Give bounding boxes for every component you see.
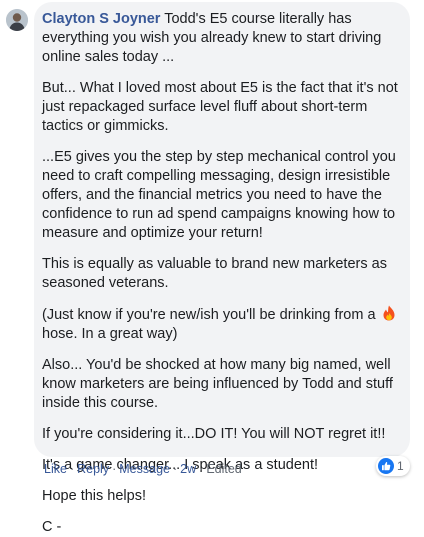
separator: · (172, 462, 178, 476)
comment-paragraph: This is equally as valuable to brand new… (42, 256, 387, 291)
avatar-photo-icon (6, 9, 28, 31)
author-name[interactable]: Clayton S Joyner (42, 11, 160, 27)
thumbs-up-icon (378, 458, 394, 474)
edited-label[interactable]: Edited (206, 462, 241, 476)
comment-paragraph: If you're considering it...DO IT! You wi… (42, 426, 386, 442)
like-link[interactable]: Like (44, 462, 67, 476)
message-link[interactable]: Message (119, 462, 170, 476)
avatar[interactable] (6, 9, 28, 31)
timestamp-link[interactable]: 2w (180, 462, 196, 476)
separator: · (112, 462, 117, 476)
comment-actions: Like · Reply · Message · 2w · Edited (44, 462, 242, 476)
comment-paragraph: But... What I loved most about E5 is the… (42, 80, 398, 134)
comment-paragraph: Also... You'd be shocked at how many big… (42, 357, 393, 411)
separator: · (199, 462, 204, 476)
comment-paragraph: Clayton S Joyner Todd's E5 course litera… (42, 10, 398, 67)
comment-bubble: Clayton S Joyner Todd's E5 course litera… (34, 2, 410, 535)
reaction-count-badge[interactable]: 1 (376, 456, 410, 476)
comment-paragraph: C - (42, 519, 62, 535)
comment-text: (Just know if you're new/ish you'll be d… (42, 307, 376, 323)
comment-body: Clayton S Joyner Todd's E5 course litera… (42, 10, 398, 537)
separator: · (69, 462, 75, 476)
comment-text: hose. In a great way) (42, 326, 178, 342)
comment-paragraph: ...E5 gives you the step by step mechani… (42, 149, 396, 241)
reaction-count: 1 (397, 459, 404, 473)
comment-paragraph: (Just know if you're new/ish you'll be d… (42, 305, 398, 344)
reply-link[interactable]: Reply (77, 462, 109, 476)
fire-emoji-icon (383, 305, 395, 321)
